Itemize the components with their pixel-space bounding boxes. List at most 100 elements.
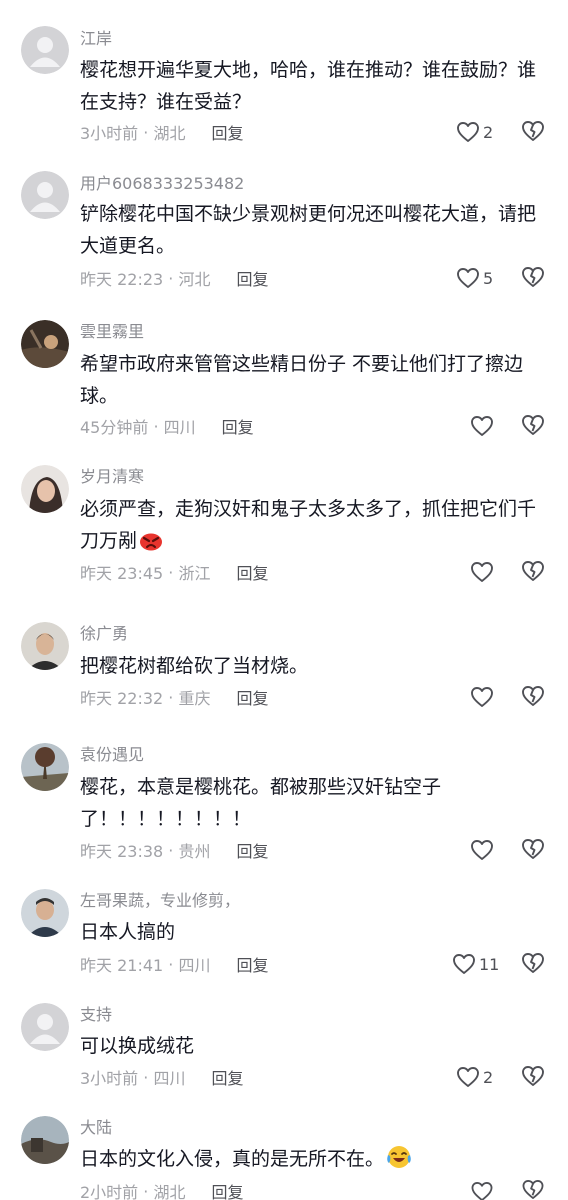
comment-meta: 3小时前 · 四川 回复 [80, 1065, 243, 1089]
comment-text: 日本的文化入侵，真的是无所不在。 [80, 1143, 550, 1179]
comment-meta: 昨天 23:38 · 贵州 回复 [80, 838, 269, 862]
comment-text: 樱花，本意是樱桃花。都被那些汉奸钻空子了！！！！！！！！ [80, 776, 442, 830]
avatar[interactable] [21, 26, 69, 74]
broken-heart-icon [521, 838, 545, 860]
reply-button[interactable]: 回复 [211, 1065, 243, 1089]
like-count: 2 [483, 1067, 494, 1087]
comment-location: 四川 [163, 418, 196, 437]
username[interactable]: 袁份遇见 [80, 745, 144, 765]
broken-heart-icon [521, 1065, 545, 1087]
comment-location: 浙江 [178, 564, 211, 583]
comment-text: 可以换成绒花 [80, 1035, 195, 1057]
comment-text: 日本人搞的 [80, 921, 176, 943]
comment-text-content: 日本的文化入侵，真的是无所不在。 [80, 1148, 385, 1170]
username[interactable]: 用户6068333253482 [80, 174, 244, 194]
comment-text: 铲除樱花中国不缺少景观树更何况还叫樱花大道，请把大道更名。 [80, 203, 537, 257]
crying-laughing-emoji [386, 1145, 412, 1179]
username[interactable]: 大陆 [80, 1118, 112, 1138]
username[interactable]: 江岸 [80, 29, 112, 49]
reply-button[interactable]: 回复 [236, 952, 268, 976]
username[interactable]: 徐广勇 [80, 624, 128, 644]
broken-heart-icon [521, 1179, 545, 1200]
heart-icon [456, 121, 480, 143]
reply-button[interactable]: 回复 [211, 1179, 243, 1200]
broken-heart-icon [521, 685, 545, 707]
comment-meta: 45分钟前 · 四川 回复 [80, 414, 254, 438]
comment-location: 河北 [178, 270, 211, 289]
comment-meta: 昨天 22:32 · 重庆 回复 [80, 685, 269, 709]
heart-icon [470, 1181, 494, 1200]
comment-location: 四川 [178, 956, 211, 975]
avatar[interactable] [21, 622, 69, 670]
like-count: 11 [479, 954, 500, 974]
dislike-button[interactable] [521, 838, 545, 862]
dislike-button[interactable] [521, 952, 545, 976]
comment-time: 昨天 22:23 [80, 270, 164, 289]
broken-heart-icon [521, 266, 545, 288]
comment-location: 湖北 [153, 1183, 186, 1200]
comment-location: 四川 [153, 1069, 186, 1088]
username[interactable]: 左哥果蔬，专业修剪， [80, 891, 240, 911]
comment-time: 昨天 23:45 [80, 564, 164, 583]
like-button[interactable] [470, 1179, 497, 1200]
dislike-button[interactable] [521, 685, 545, 709]
heart-icon [470, 839, 494, 861]
avatar[interactable] [21, 171, 69, 219]
reply-button[interactable]: 回复 [211, 120, 243, 144]
reply-button[interactable]: 回复 [236, 560, 268, 584]
dislike-button[interactable] [521, 1179, 545, 1200]
broken-heart-icon [521, 952, 545, 974]
dislike-button[interactable] [521, 560, 545, 584]
comment-meta: 昨天 22:23 · 河北 回复 [80, 266, 269, 290]
dislike-button[interactable] [521, 120, 545, 144]
comment-time: 3小时前 [80, 1069, 139, 1088]
dislike-button[interactable] [521, 414, 545, 438]
comment-text: 希望市政府来管管这些精日份子 不要让他们打了擦边球。 [80, 353, 524, 407]
dislike-button[interactable] [521, 266, 545, 290]
comment-text: 把樱花树都给砍了当材烧。 [80, 655, 309, 677]
avatar[interactable] [21, 1003, 69, 1051]
avatar[interactable] [21, 320, 69, 368]
comment-time: 3小时前 [80, 124, 139, 143]
like-button[interactable] [470, 685, 497, 709]
dislike-button[interactable] [521, 1065, 545, 1089]
comment-text: 樱花想开遍华夏大地，哈哈，谁在推动？谁在鼓励？谁在支持？谁在受益？ [80, 59, 537, 113]
heart-icon [470, 686, 494, 708]
reply-button[interactable]: 回复 [236, 685, 268, 709]
heart-icon [456, 1066, 480, 1088]
like-button[interactable] [470, 560, 497, 584]
comment-time: 昨天 22:32 [80, 689, 164, 708]
username[interactable]: 支持 [80, 1005, 112, 1025]
angry-face-emoji [139, 529, 163, 561]
broken-heart-icon [521, 120, 545, 142]
comment-meta: 3小时前 · 湖北 回复 [80, 120, 243, 144]
heart-icon [452, 953, 476, 975]
reply-button[interactable]: 回复 [222, 414, 254, 438]
comment-time: 2小时前 [80, 1183, 139, 1200]
reply-button[interactable]: 回复 [236, 838, 268, 862]
avatar[interactable] [21, 465, 69, 513]
like-count: 2 [483, 122, 494, 142]
comment-time: 45分钟前 [80, 418, 149, 437]
like-button[interactable] [470, 414, 497, 438]
like-button[interactable]: 2 [456, 1065, 493, 1089]
like-button[interactable] [470, 838, 497, 862]
reply-button[interactable]: 回复 [236, 266, 268, 290]
username[interactable]: 岁月清寒 [80, 467, 144, 487]
like-button[interactable]: 11 [452, 952, 499, 976]
broken-heart-icon [521, 560, 545, 582]
like-button[interactable]: 5 [456, 266, 493, 290]
username[interactable]: 雲里霧里 [80, 322, 144, 342]
comment-location: 贵州 [178, 842, 211, 861]
comment-text: 必须严查，走狗汉奸和鬼子太多太多了，抓住把它们千刀万剐 [80, 493, 550, 561]
heart-icon [470, 415, 494, 437]
comment-meta: 昨天 21:41 · 四川 回复 [80, 952, 269, 976]
comment-meta: 2小时前 · 湖北 回复 [80, 1179, 243, 1200]
broken-heart-icon [521, 414, 545, 436]
comment-meta: 昨天 23:45 · 浙江 回复 [80, 560, 269, 584]
comment-time: 昨天 21:41 [80, 956, 164, 975]
avatar[interactable] [21, 1116, 69, 1164]
avatar[interactable] [21, 743, 69, 791]
like-button[interactable]: 2 [456, 120, 493, 144]
avatar[interactable] [21, 889, 69, 937]
